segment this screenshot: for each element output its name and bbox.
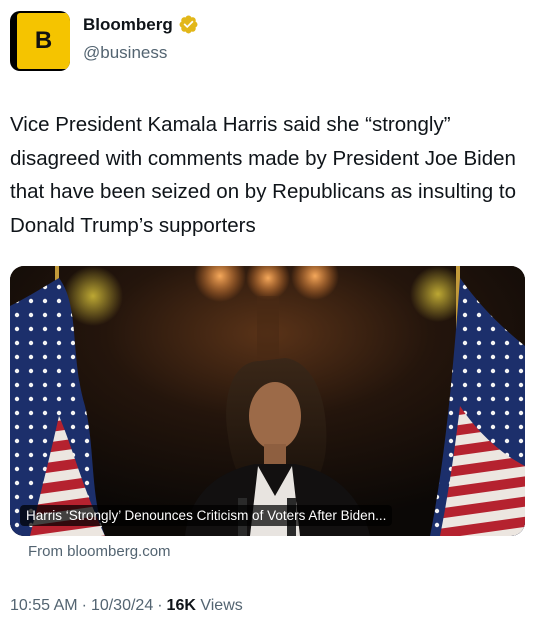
post-time[interactable]: 10:55 AM xyxy=(10,597,78,615)
meta-separator: · xyxy=(81,597,87,614)
meta-separator: · xyxy=(157,597,163,614)
card-source[interactable]: From bloomberg.com xyxy=(28,543,171,560)
avatar-logo: B xyxy=(17,13,70,69)
card-title: Harris ‘Strongly’ Denounces Criticism of… xyxy=(20,505,393,526)
link-card[interactable]: Harris ‘Strongly’ Denounces Criticism of… xyxy=(10,266,525,536)
tweet-text: Vice President Kamala Harris said she “s… xyxy=(10,113,517,237)
card-image xyxy=(10,266,525,536)
avatar[interactable]: B xyxy=(10,11,70,71)
views-label: Views xyxy=(200,597,243,614)
tweet: B Bloomberg @business Vice President Kam… xyxy=(0,0,544,627)
author-name-row: Bloomberg xyxy=(83,14,199,35)
views-count: 16K xyxy=(166,597,196,614)
tweet-meta: 10:55 AM · 10/30/24 · 16K Views xyxy=(10,597,243,615)
display-name[interactable]: Bloomberg xyxy=(83,15,173,35)
verified-badge-icon xyxy=(178,14,199,35)
post-date[interactable]: 10/30/24 xyxy=(91,597,153,615)
user-handle[interactable]: @business xyxy=(83,43,167,63)
